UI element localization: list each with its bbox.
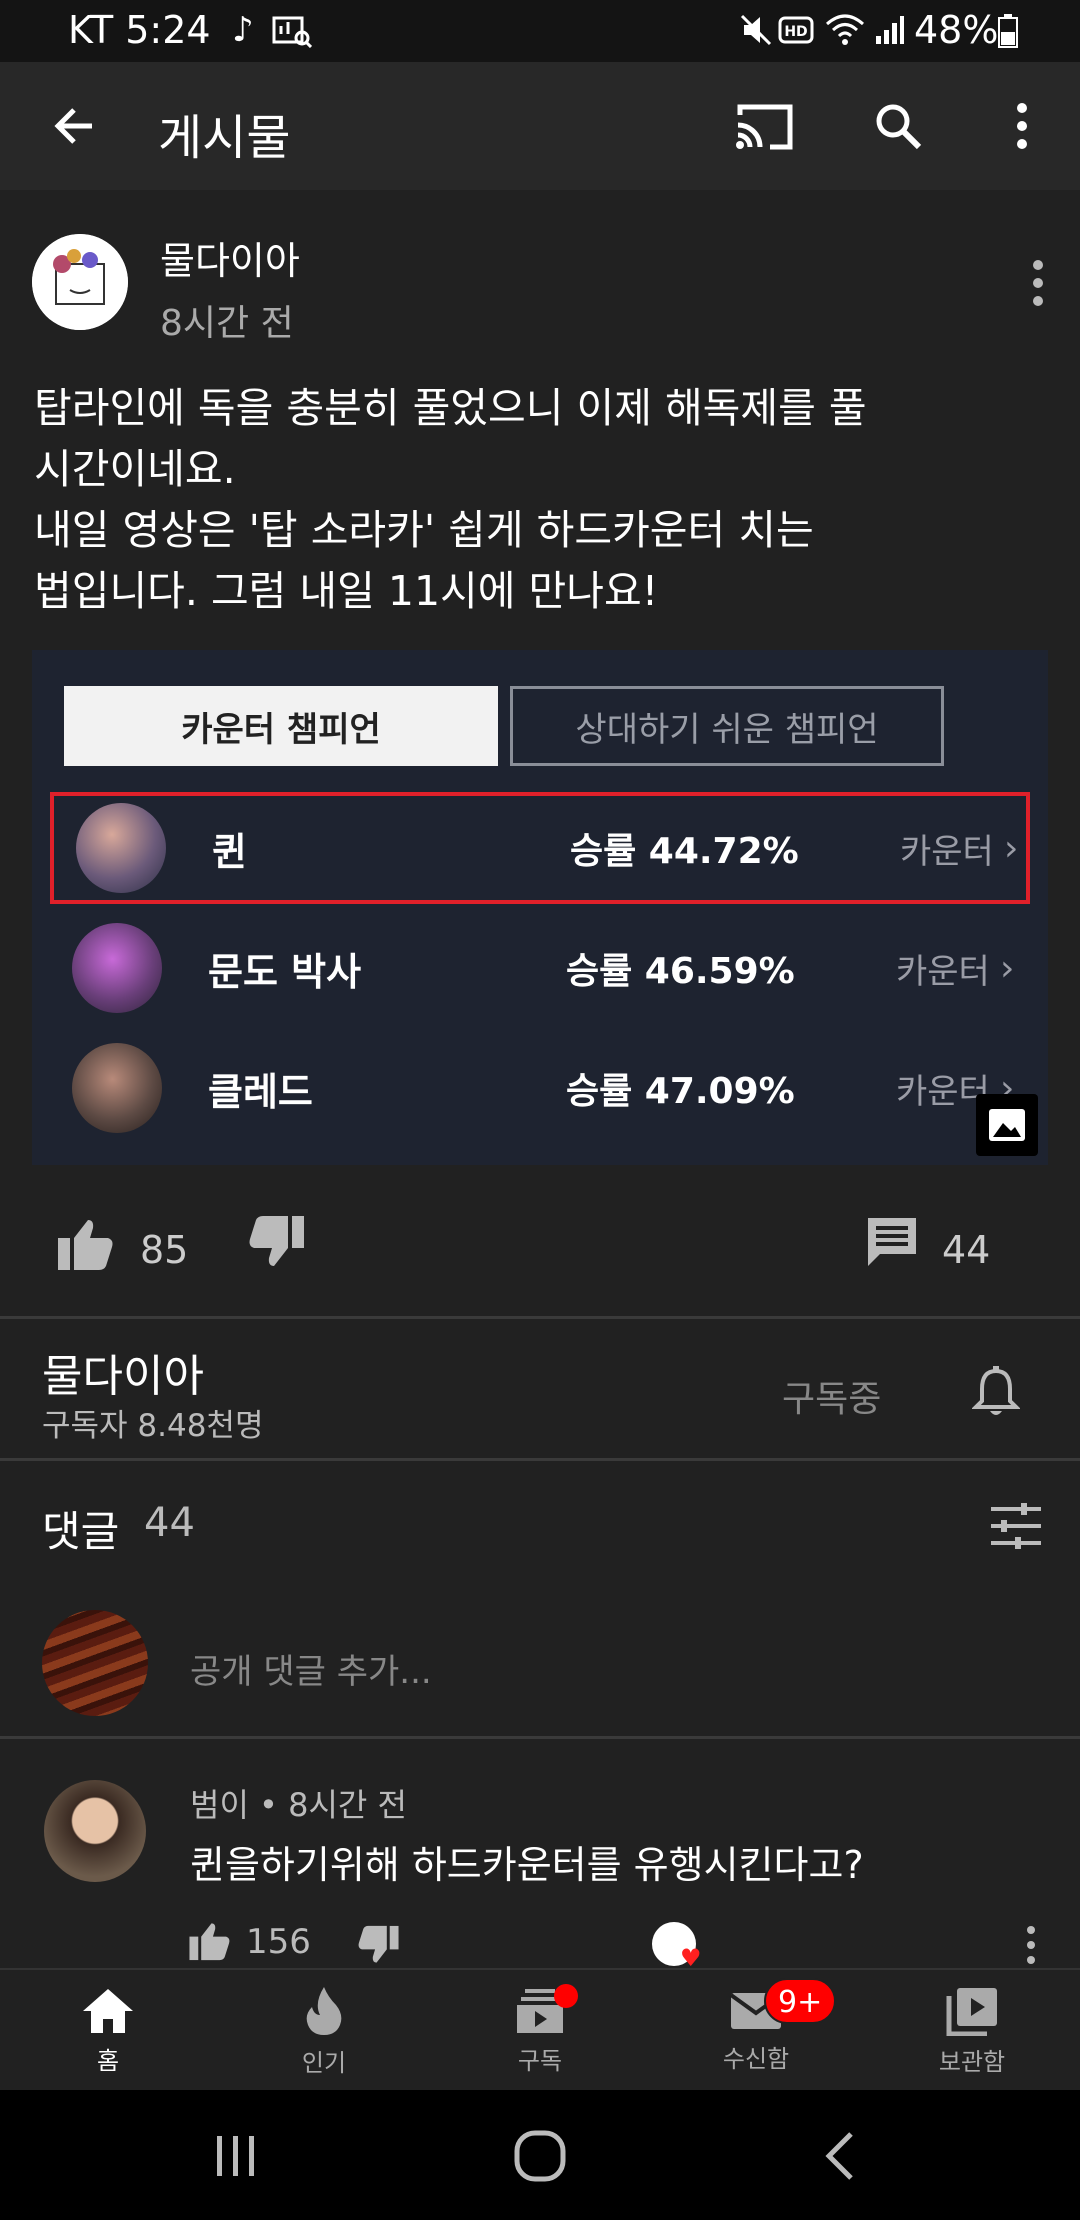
add-comment-input[interactable]: 공개 댓글 추가... bbox=[190, 1644, 432, 1693]
champion-portrait bbox=[72, 1043, 162, 1133]
search-icon[interactable] bbox=[860, 88, 936, 164]
home-button-icon[interactable] bbox=[500, 2120, 580, 2192]
system-nav-bar bbox=[0, 2090, 1080, 2220]
inbox-badge: 9+ bbox=[764, 1978, 837, 2024]
battery-percent: 48% bbox=[914, 8, 999, 52]
nav-library[interactable]: 보관함 bbox=[864, 1970, 1080, 2092]
chevron-right-icon: › bbox=[1000, 947, 1015, 989]
nav-subscriptions[interactable]: 구독 bbox=[432, 1970, 648, 2092]
champion-winrate: 승률 46.59% bbox=[566, 951, 795, 992]
subscriptions-dot bbox=[554, 1984, 578, 2008]
bottom-nav: 홈 인기 구독 9+ 수신함 보관함 bbox=[0, 1968, 1080, 2090]
status-bar: KT 5:24 ♪ HD 48% bbox=[0, 0, 1080, 62]
signal-icon bbox=[874, 14, 904, 50]
comment-count: 44 bbox=[942, 1228, 991, 1272]
champion-winrate: 승률 44.72% bbox=[570, 831, 799, 872]
image-icon[interactable] bbox=[976, 1094, 1038, 1156]
fire-icon bbox=[306, 1986, 342, 2035]
battery-icon bbox=[998, 14, 1018, 52]
comment-icon[interactable] bbox=[856, 1206, 928, 1278]
my-avatar bbox=[42, 1610, 148, 1716]
tab-counter-champion: 카운터 챔피언 bbox=[64, 686, 498, 766]
nav-inbox[interactable]: 9+ 수신함 bbox=[648, 1970, 864, 2092]
comments-count: 44 bbox=[144, 1500, 195, 1546]
champion-winrate: 승률 47.09% bbox=[566, 1071, 795, 1112]
cast-icon[interactable] bbox=[724, 88, 804, 164]
library-icon bbox=[946, 1987, 997, 2036]
nav-trending[interactable]: 인기 bbox=[216, 1970, 432, 2092]
champion-name: 문도 박사 bbox=[208, 949, 362, 994]
comment-author-meta: 범이 • 8시간 전 bbox=[190, 1786, 407, 1824]
champion-portrait bbox=[72, 923, 162, 1013]
divider bbox=[0, 1736, 1080, 1739]
home-icon bbox=[83, 1988, 133, 2033]
wifi-icon bbox=[824, 12, 866, 52]
comment-menu-icon[interactable] bbox=[1016, 1922, 1046, 1968]
champion-row: 클레드 승률 47.09% 카운터 › bbox=[50, 1032, 1030, 1144]
recents-icon[interactable] bbox=[196, 2120, 276, 2192]
page-title: 게시물 bbox=[158, 110, 291, 166]
dislike-icon[interactable] bbox=[240, 1206, 312, 1278]
champion-row: 문도 박사 승률 46.59% 카운터 › bbox=[50, 912, 1030, 1024]
commenter-avatar[interactable] bbox=[44, 1780, 146, 1882]
champion-row: 퀸 승률 44.72% 카운터 › bbox=[50, 792, 1030, 904]
mute-icon bbox=[738, 12, 774, 52]
counter-link: 카운터 bbox=[900, 831, 994, 872]
counter-link: 카운터 bbox=[896, 951, 990, 992]
comment-like-count: 156 bbox=[246, 1922, 311, 1962]
post-menu-icon[interactable] bbox=[1010, 250, 1066, 316]
like-icon[interactable] bbox=[50, 1208, 122, 1280]
nav-inbox-label: 수신함 bbox=[722, 2044, 790, 2073]
tab-easy-champion: 상대하기 쉬운 챔피언 bbox=[510, 686, 944, 766]
sort-filter-icon[interactable] bbox=[978, 1490, 1054, 1562]
comment-dislike-icon[interactable] bbox=[352, 1922, 404, 1968]
nav-subscriptions-label: 구독 bbox=[517, 2046, 563, 2075]
media-scan-icon bbox=[272, 12, 313, 52]
like-count: 85 bbox=[140, 1228, 189, 1272]
comment-like-icon[interactable] bbox=[184, 1916, 236, 1966]
champion-portrait bbox=[76, 803, 166, 893]
back-arrow-icon[interactable] bbox=[36, 90, 112, 162]
subscribed-button[interactable]: 구독중 bbox=[782, 1370, 881, 1422]
nav-trending-label: 인기 bbox=[301, 2048, 347, 2077]
more-vert-icon[interactable] bbox=[984, 88, 1060, 164]
post-image[interactable]: 카운터 챔피언 상대하기 쉬운 챔피언 퀸 승률 44.72% 카운터 › 문도… bbox=[32, 650, 1048, 1165]
nav-home-label: 홈 bbox=[96, 2046, 120, 2075]
app-bar: 게시물 bbox=[0, 62, 1080, 190]
carrier-time: KT 5:24 bbox=[68, 8, 211, 52]
comments-title: 댓글 bbox=[42, 1507, 120, 1556]
champion-name: 퀸 bbox=[212, 829, 247, 874]
divider bbox=[0, 1458, 1080, 1461]
post-time: 8시간 전 bbox=[160, 303, 294, 344]
nav-library-label: 보관함 bbox=[938, 2047, 1006, 2076]
subscriber-count: 구독자 8.48천명 bbox=[42, 1408, 264, 1444]
bell-icon[interactable] bbox=[960, 1356, 1032, 1428]
author-avatar[interactable] bbox=[32, 234, 128, 330]
music-note-icon: ♪ bbox=[232, 10, 254, 50]
channel-name[interactable]: 물다이아 bbox=[42, 1340, 204, 1404]
divider bbox=[0, 1316, 1080, 1319]
back-button-icon[interactable] bbox=[800, 2120, 880, 2192]
hd-icon: HD bbox=[778, 14, 814, 50]
nav-home[interactable]: 홈 bbox=[0, 1970, 216, 2092]
svg-text:HD: HD bbox=[784, 24, 807, 40]
post-author[interactable]: 물다이아 bbox=[160, 230, 300, 285]
chevron-right-icon: › bbox=[1004, 827, 1019, 869]
champion-name: 클레드 bbox=[208, 1069, 313, 1114]
post-body-text: 탑라인에 독을 충분히 풀었으니 이제 해독제를 풀 시간이네요. 내일 영상은… bbox=[34, 384, 867, 615]
comment-text: 퀸을하기위해 하드카운터를 유행시킨다고? bbox=[190, 1843, 864, 1887]
